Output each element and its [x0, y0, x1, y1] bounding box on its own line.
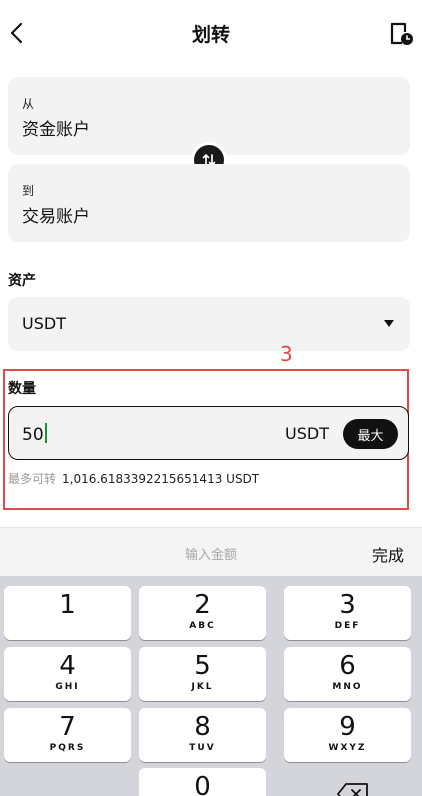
key-8[interactable]: 8 TUV [139, 708, 266, 762]
to-account-value: 交易账户 [22, 207, 90, 227]
key-digit: 0 [194, 772, 211, 796]
quantity-label: 数量 [8, 381, 36, 397]
key-letters: JKL [191, 682, 214, 692]
page-title: 划转 [191, 24, 230, 46]
keyboard-placeholder: 输入金额 [184, 548, 237, 563]
key-6[interactable]: 6 MNO [284, 647, 411, 701]
annotation-number: 3 [280, 342, 293, 366]
key-0[interactable]: 0 [139, 768, 266, 796]
backspace-icon[interactable] [336, 782, 370, 796]
max-button[interactable]: 最大 [343, 419, 398, 449]
key-letters: PQRS [49, 743, 86, 753]
key-digit: 7 [59, 712, 76, 742]
key-letters: MNO [332, 682, 363, 692]
key-letters: WXYZ [328, 743, 367, 753]
key-digit: 9 [339, 712, 356, 742]
amount-text: 50 [22, 425, 44, 445]
done-button[interactable]: 完成 [372, 542, 404, 566]
asset-label: 资产 [8, 273, 36, 289]
key-letters: DEF [334, 621, 361, 631]
key-digit: 1 [59, 590, 76, 620]
key-digit: 4 [59, 651, 76, 681]
caret-down-icon [384, 320, 394, 327]
keyboard-accessory-bar: 输入金额 完成 [0, 528, 422, 576]
available-label: 最多可转 [8, 472, 57, 486]
key-digit: 8 [194, 712, 211, 742]
nav-bar: 划转 [0, 0, 422, 64]
numeric-keypad: 1 2 ABC 3 DEF 4 GHI 5 JKL 6 MNO 7 PQRS 8 TUV 9W… [0, 576, 422, 796]
text-cursor [44, 423, 47, 443]
available-balance: 最多可转 1,016.6183392215651413 USDT [8, 470, 259, 487]
available-value: 1,016.6183392215651413 USDT [62, 472, 260, 486]
amount-unit: USDT [285, 424, 329, 443]
key-9[interactable]: 9 WXYZ [284, 708, 411, 762]
key-5[interactable]: 5 JKL [139, 647, 266, 701]
transfer-history-icon[interactable] [388, 21, 414, 47]
key-4[interactable]: 4 GHI [4, 647, 131, 701]
from-account-value: 资金账户 [22, 120, 90, 140]
key-3[interactable]: 3 DEF [284, 586, 411, 640]
key-letters: TUV [189, 743, 216, 753]
asset-select[interactable]: USDT [8, 297, 410, 351]
key-digit: 5 [194, 651, 211, 681]
from-label: 从 [22, 97, 35, 111]
asset-selected-value: USDT [22, 314, 66, 333]
amount-value: 50 [22, 423, 47, 445]
to-label: 到 [22, 184, 35, 198]
to-account-card[interactable]: 到 交易账户 [8, 164, 410, 242]
key-2[interactable]: 2 ABC [139, 586, 266, 640]
key-letters: GHI [55, 682, 80, 692]
key-digit: 6 [339, 651, 356, 681]
key-1[interactable]: 1 [4, 586, 131, 640]
amount-input[interactable]: 50 USDT 最大 [8, 406, 409, 460]
key-letters: ABC [189, 621, 216, 631]
key-7[interactable]: 7 PQRS [4, 708, 131, 762]
key-digit: 3 [339, 590, 356, 620]
key-digit: 2 [194, 590, 211, 620]
